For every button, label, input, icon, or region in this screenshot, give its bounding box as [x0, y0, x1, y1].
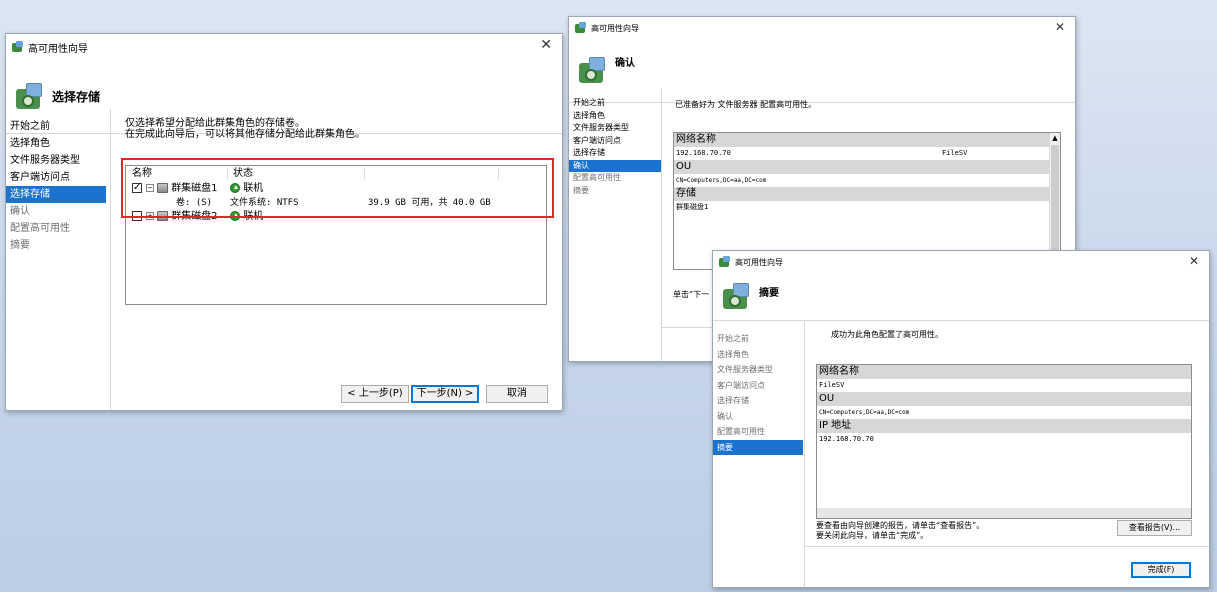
storage-value: 群集磁盘1: [676, 203, 709, 211]
wizard-window-summary: 高可用性向导 ✕ 摘要 开始之前 选择角色 文件服务器类型 客户端访问点 选择存…: [712, 250, 1210, 588]
nav-item-before-begin[interactable]: 开始之前: [713, 331, 803, 347]
scroll-up-icon[interactable]: ▲: [1050, 133, 1060, 144]
title-bar[interactable]: 高可用性向导 ✕: [569, 17, 1075, 39]
nav-item-select-storage[interactable]: 选择存储: [569, 147, 661, 160]
cluster-storage-icon: [14, 81, 46, 113]
window-title: 高可用性向导: [591, 23, 639, 33]
section-network-name: 网络名称: [674, 133, 1049, 147]
network-name-row: 192.168.70.70 FileSV: [674, 147, 1049, 160]
section-ou: OU: [817, 392, 1191, 406]
section-ou: OU: [674, 160, 1049, 174]
footer-text: 要查看由向导创建的报告，请单击“查看报告”。 要关闭此向导，请单击“完成”。: [816, 521, 984, 541]
next-button[interactable]: 下一步(N) >: [411, 385, 479, 403]
nav-item-before-begin[interactable]: 开始之前: [569, 97, 661, 110]
nav-item-select-role[interactable]: 选择角色: [569, 110, 661, 123]
nav-item-summary[interactable]: 摘要: [569, 185, 661, 198]
summary-details-box: 网络名称 FileSV OU CN=Computers,DC=aa,DC=com…: [816, 364, 1192, 519]
nav-item-select-storage[interactable]: 选择存储: [6, 186, 106, 203]
nav-item-select-role[interactable]: 选择角色: [713, 347, 803, 363]
network-ip: 192.168.70.70: [676, 149, 731, 157]
nav-item-file-server-type[interactable]: 文件服务器类型: [6, 152, 106, 169]
intro-text: 仅选择希望分配给此群集角色的存储卷。 在完成此向导后，可以将其他存储分配给此群集…: [125, 118, 365, 140]
window-title: 高可用性向导: [28, 43, 88, 55]
title-bar[interactable]: 高可用性向导 ✕: [713, 251, 1209, 273]
wizard-app-icon: [719, 256, 731, 268]
page-title: 摘要: [759, 288, 779, 299]
finish-button[interactable]: 完成(F): [1131, 562, 1191, 578]
intro-line-2: 在完成此向导后，可以将其他存储分配给此群集角色。: [125, 129, 365, 140]
wizard-header: 摘要: [713, 273, 1209, 321]
view-report-button[interactable]: 查看报告(V)...: [1117, 520, 1192, 536]
section-storage: 存储: [674, 187, 1049, 201]
click-next-text: 单击“下一: [673, 290, 710, 299]
nav-item-client-access-point[interactable]: 客户端访问点: [713, 378, 803, 394]
nav-item-before-begin[interactable]: 开始之前: [6, 118, 106, 135]
cluster-confirm-icon: [577, 55, 609, 87]
close-icon[interactable]: ✕: [1189, 254, 1199, 268]
scroll-thumb[interactable]: [1051, 145, 1059, 265]
section-network-name: 网络名称: [817, 365, 1191, 379]
wizard-app-icon: [575, 22, 587, 34]
success-text: 成功为此角色配置了高可用性。: [831, 330, 943, 339]
section-ip-address: IP 地址: [817, 419, 1191, 433]
ready-text: 已准备好为 文件服务器 配置高可用性。: [675, 100, 817, 109]
nav-item-configure-ha[interactable]: 配置高可用性: [6, 220, 106, 237]
ou-value: CN=Computers,DC=aa,DC=com: [676, 177, 767, 184]
nav-item-configure-ha[interactable]: 配置高可用性: [569, 172, 661, 185]
nav-item-client-access-point[interactable]: 客户端访问点: [6, 169, 106, 186]
window-title: 高可用性向导: [735, 257, 783, 267]
ip-address-value: 192.168.70.70: [819, 435, 874, 443]
page-title: 确认: [615, 58, 635, 69]
wizard-nav: 开始之前 选择角色 文件服务器类型 客户端访问点 选择存储 确认 配置高可用性 …: [569, 97, 661, 197]
intro-line-1: 仅选择希望分配给此群集角色的存储卷。: [125, 118, 305, 129]
cluster-summary-icon: [721, 281, 753, 313]
nav-item-configure-ha[interactable]: 配置高可用性: [713, 424, 803, 440]
wizard-app-icon: [12, 41, 24, 53]
nav-item-file-server-type[interactable]: 文件服务器类型: [713, 362, 803, 378]
nav-item-confirm[interactable]: 确认: [569, 159, 661, 172]
nav-item-client-access-point[interactable]: 客户端访问点: [569, 135, 661, 148]
vertical-scrollbar[interactable]: ▲: [1049, 133, 1060, 269]
network-name: FileSV: [942, 149, 968, 157]
cancel-button[interactable]: 取消: [486, 385, 548, 403]
nav-item-confirm[interactable]: 确认: [6, 203, 106, 220]
footer-line-2: 要关闭此向导，请单击“完成”。: [816, 531, 929, 540]
page-title: 选择存储: [52, 90, 101, 104]
wizard-nav: 开始之前 选择角色 文件服务器类型 客户端访问点 选择存储 确认 配置高可用性 …: [713, 331, 803, 455]
ou-value: CN=Computers,DC=aa,DC=com: [819, 409, 910, 416]
nav-item-file-server-type[interactable]: 文件服务器类型: [569, 122, 661, 135]
nav-divider: [110, 109, 111, 410]
nav-item-summary[interactable]: 摘要: [713, 439, 803, 455]
hscroll-area[interactable]: [817, 508, 1191, 518]
nav-item-select-role[interactable]: 选择角色: [6, 135, 106, 152]
nav-divider: [804, 321, 805, 587]
close-icon[interactable]: ✕: [1055, 20, 1065, 34]
wizard-header: 确认: [569, 39, 1075, 103]
title-bar[interactable]: 高可用性向导 ✕: [6, 34, 562, 60]
highlight-box: [121, 158, 554, 218]
network-name-value: FileSV: [819, 381, 845, 389]
wizard-window-select-storage: 高可用性向导 ✕ 选择存储 开始之前 选择角色 文件服务器类型 客户端访问点 选…: [5, 33, 563, 411]
nav-divider: [661, 89, 662, 361]
wizard-nav: 开始之前 选择角色 文件服务器类型 客户端访问点 选择存储 确认 配置高可用性 …: [6, 118, 106, 254]
footer-divider: [804, 546, 1209, 547]
nav-item-select-storage[interactable]: 选择存储: [713, 393, 803, 409]
close-icon[interactable]: ✕: [540, 37, 552, 53]
nav-item-summary[interactable]: 摘要: [6, 237, 106, 254]
footer-line-1: 要查看由向导创建的报告，请单击“查看报告”。: [816, 521, 985, 530]
previous-button[interactable]: < 上一步(P): [341, 385, 409, 403]
nav-item-confirm[interactable]: 确认: [713, 409, 803, 425]
